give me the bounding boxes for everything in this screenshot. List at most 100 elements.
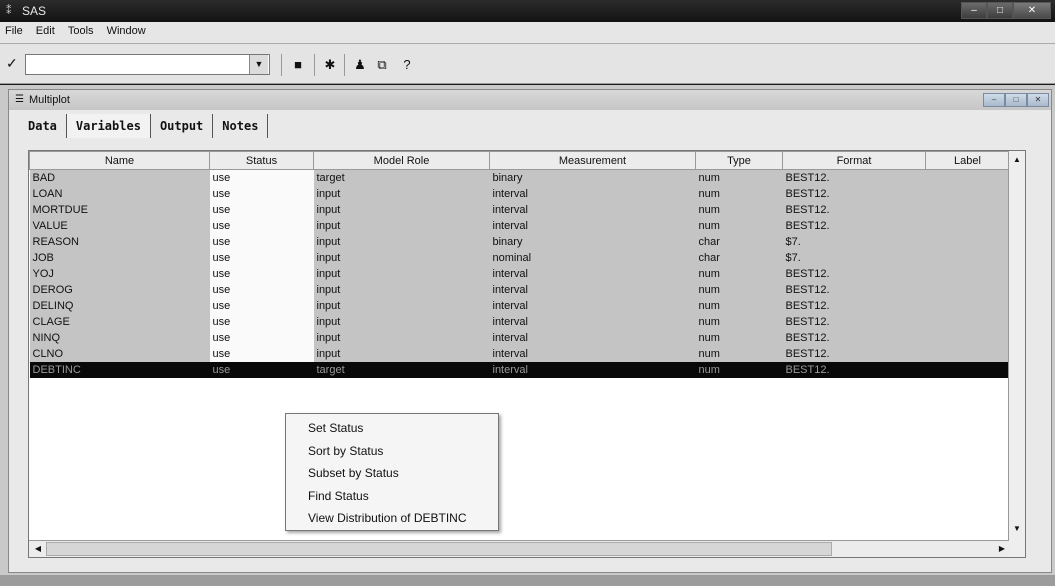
- menu-edit[interactable]: Edit: [31, 22, 60, 37]
- table-row[interactable]: BAD use target binary num BEST12.: [29, 169, 1010, 186]
- tab-variables[interactable]: Variables: [66, 114, 151, 138]
- cell-type[interactable]: num: [695, 329, 783, 346]
- cell-status[interactable]: use: [209, 169, 314, 186]
- cell-label[interactable]: [925, 265, 1010, 282]
- child-maximize-button[interactable]: □: [1005, 93, 1027, 107]
- cell-status[interactable]: use: [209, 249, 314, 266]
- cell-name[interactable]: DEROG: [29, 281, 210, 298]
- menu-item-subset-by-status[interactable]: Subset by Status: [286, 462, 498, 485]
- cell-name[interactable]: CLAGE: [29, 313, 210, 330]
- cell-model-role[interactable]: input: [313, 281, 490, 298]
- cell-type[interactable]: char: [695, 233, 783, 250]
- cell-model-role[interactable]: input: [313, 201, 490, 218]
- cell-status[interactable]: use: [209, 201, 314, 218]
- cell-measurement[interactable]: interval: [489, 345, 696, 362]
- cell-status[interactable]: use: [209, 281, 314, 298]
- horizontal-scrollbar[interactable]: ◀ ▶: [29, 540, 1009, 557]
- cell-type[interactable]: num: [695, 201, 783, 218]
- cell-measurement[interactable]: interval: [489, 281, 696, 298]
- cell-status[interactable]: use: [209, 361, 314, 378]
- cell-format[interactable]: BEST12.: [782, 345, 926, 362]
- table-row[interactable]: LOAN use input interval num BEST12.: [29, 185, 1010, 202]
- tab-notes[interactable]: Notes: [213, 114, 269, 138]
- cell-format[interactable]: BEST12.: [782, 201, 926, 218]
- cell-measurement[interactable]: interval: [489, 297, 696, 314]
- minimize-button[interactable]: –: [961, 2, 987, 19]
- checkmark-icon[interactable]: ✓: [6, 55, 18, 72]
- table-row[interactable]: DEBTINC use target interval num BEST12.: [29, 361, 1010, 378]
- cell-type[interactable]: num: [695, 313, 783, 330]
- cell-model-role[interactable]: input: [313, 297, 490, 314]
- cell-name[interactable]: LOAN: [29, 185, 210, 202]
- cell-status[interactable]: use: [209, 185, 314, 202]
- cell-measurement[interactable]: binary: [489, 169, 696, 186]
- cell-name[interactable]: MORTDUE: [29, 201, 210, 218]
- cell-type[interactable]: num: [695, 345, 783, 362]
- cell-name[interactable]: YOJ: [29, 265, 210, 282]
- scroll-thumb[interactable]: [46, 542, 832, 556]
- column-header-format[interactable]: Format: [782, 151, 926, 170]
- cell-type[interactable]: num: [695, 217, 783, 234]
- cell-format[interactable]: BEST12.: [782, 169, 926, 186]
- menu-item-sort-by-status[interactable]: Sort by Status: [286, 440, 498, 463]
- cell-type[interactable]: num: [695, 297, 783, 314]
- cell-measurement[interactable]: interval: [489, 265, 696, 282]
- cell-format[interactable]: BEST12.: [782, 217, 926, 234]
- cell-measurement[interactable]: interval: [489, 361, 696, 378]
- scroll-up-icon[interactable]: ▲: [1010, 152, 1024, 168]
- table-row[interactable]: DELINQ use input interval num BEST12.: [29, 297, 1010, 314]
- help-icon[interactable]: ?: [397, 55, 417, 75]
- cell-model-role[interactable]: input: [313, 233, 490, 250]
- cell-type[interactable]: num: [695, 361, 783, 378]
- column-header-label[interactable]: Label: [925, 151, 1010, 170]
- child-minimize-button[interactable]: –: [983, 93, 1005, 107]
- cell-measurement[interactable]: interval: [489, 217, 696, 234]
- cell-status[interactable]: use: [209, 217, 314, 234]
- cell-format[interactable]: BEST12.: [782, 329, 926, 346]
- column-header-measurement[interactable]: Measurement: [489, 151, 696, 170]
- cell-label[interactable]: [925, 361, 1010, 378]
- cell-format[interactable]: BEST12.: [782, 361, 926, 378]
- cell-status[interactable]: use: [209, 313, 314, 330]
- cell-label[interactable]: [925, 185, 1010, 202]
- column-header-model-role[interactable]: Model Role: [313, 151, 490, 170]
- cell-label[interactable]: [925, 313, 1010, 330]
- cell-format[interactable]: BEST12.: [782, 185, 926, 202]
- user-icon[interactable]: ♟: [350, 55, 370, 75]
- maximize-button[interactable]: □: [987, 2, 1013, 19]
- cell-name[interactable]: NINQ: [29, 329, 210, 346]
- cell-status[interactable]: use: [209, 329, 314, 346]
- cell-model-role[interactable]: target: [313, 169, 490, 186]
- cell-model-role[interactable]: input: [313, 265, 490, 282]
- table-row[interactable]: CLNO use input interval num BEST12.: [29, 345, 1010, 362]
- cell-name[interactable]: JOB: [29, 249, 210, 266]
- command-input[interactable]: [25, 54, 270, 75]
- cell-model-role[interactable]: input: [313, 345, 490, 362]
- cell-model-role[interactable]: input: [313, 217, 490, 234]
- close-button[interactable]: ✕: [1013, 2, 1051, 19]
- column-header-type[interactable]: Type: [695, 151, 783, 170]
- chevron-down-icon[interactable]: ▼: [249, 55, 268, 74]
- vertical-scrollbar[interactable]: ▲ ▼: [1008, 151, 1025, 557]
- cell-type[interactable]: num: [695, 281, 783, 298]
- tab-data[interactable]: Data: [19, 114, 67, 138]
- cell-status[interactable]: use: [209, 265, 314, 282]
- save-icon[interactable]: ■: [288, 55, 308, 75]
- cell-label[interactable]: [925, 345, 1010, 362]
- cell-measurement[interactable]: interval: [489, 201, 696, 218]
- scroll-down-icon[interactable]: ▼: [1010, 521, 1024, 537]
- cell-name[interactable]: BAD: [29, 169, 210, 186]
- menu-item-find-status[interactable]: Find Status: [286, 485, 498, 508]
- cell-name[interactable]: DELINQ: [29, 297, 210, 314]
- cell-measurement[interactable]: binary: [489, 233, 696, 250]
- cell-model-role[interactable]: input: [313, 185, 490, 202]
- cell-type[interactable]: num: [695, 265, 783, 282]
- cell-measurement[interactable]: interval: [489, 329, 696, 346]
- cell-format[interactable]: BEST12.: [782, 281, 926, 298]
- cell-label[interactable]: [925, 233, 1010, 250]
- cell-format[interactable]: BEST12.: [782, 265, 926, 282]
- cell-label[interactable]: [925, 201, 1010, 218]
- cell-label[interactable]: [925, 217, 1010, 234]
- table-row[interactable]: JOB use input nominal char $7.: [29, 249, 1010, 266]
- table-row[interactable]: MORTDUE use input interval num BEST12.: [29, 201, 1010, 218]
